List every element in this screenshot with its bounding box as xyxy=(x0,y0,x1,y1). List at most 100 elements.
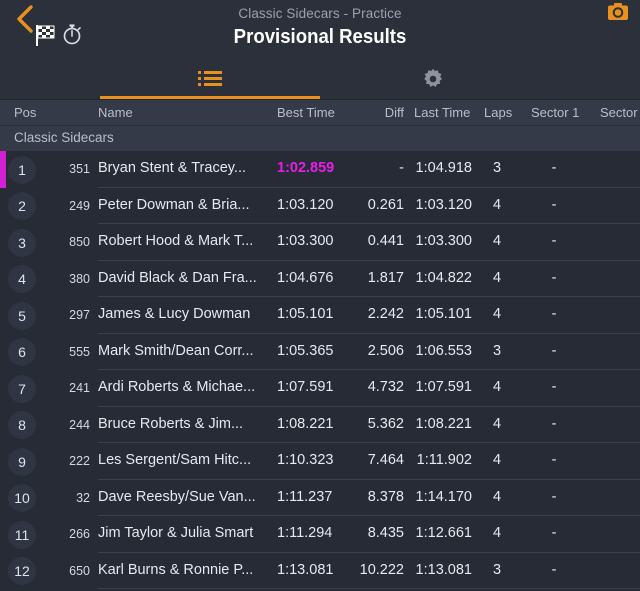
car-number: 244 xyxy=(69,417,90,432)
position-badge: 5 xyxy=(8,301,36,330)
laps-count: 4 xyxy=(492,233,502,249)
car-number: 650 xyxy=(69,563,90,578)
title-block: Classic Sidecars - Practice Provisional … xyxy=(0,5,640,50)
column-header-sector-2[interactable]: Sector xyxy=(600,105,638,120)
sector-1-time: - xyxy=(551,561,557,578)
sector-1-time: - xyxy=(551,233,557,249)
position-badge: 7 xyxy=(8,374,36,403)
laps-count: 4 xyxy=(492,379,502,395)
position-badge: 8 xyxy=(8,411,36,439)
column-header-last-time[interactable]: Last Time xyxy=(414,105,470,120)
table-row[interactable]: 7 241 Ardi Roberts & Michae... 1:07.591 4.73… xyxy=(0,370,640,407)
gear-icon xyxy=(423,68,442,87)
best-time: 1:04.676 xyxy=(277,269,334,286)
table-row[interactable]: 11 266 Jim Taylor & Julia Smart 1:11.294 8.4… xyxy=(0,516,640,553)
position-badge: 2 xyxy=(8,192,36,220)
list-icon xyxy=(198,70,222,86)
driver-name: Ardi Roberts & Michae... xyxy=(98,379,256,395)
diff-time: 2.242 xyxy=(367,306,404,322)
driver-name: Bryan Stent & Tracey... xyxy=(98,160,247,176)
best-time: 1:11.294 xyxy=(277,525,333,541)
diff-time: - xyxy=(399,160,404,176)
column-header-best-time[interactable]: Best Time xyxy=(277,105,335,120)
table-row[interactable]: 5 297 James & Lucy Dowman 1:05.101 2.242 1:05… xyxy=(0,297,640,334)
driver-name: Mark Smith/Dean Corr... xyxy=(98,342,254,359)
table-row[interactable]: 3 850 Robert Hood & Mark T... 1:03.300 0.441… xyxy=(0,224,640,261)
table-row[interactable]: 6 555 Mark Smith/Dean Corr... 1:05.365 2.506… xyxy=(0,333,640,370)
car-number: 266 xyxy=(69,527,90,541)
sector-1-time: - xyxy=(551,342,557,359)
driver-name: Karl Burns & Ronnie P... xyxy=(98,561,254,578)
best-time: 1:03.120 xyxy=(277,196,334,213)
tab-bar xyxy=(0,57,640,100)
position-badge: 4 xyxy=(8,265,36,293)
best-time: 1:03.300 xyxy=(277,233,334,249)
sector-1-time: - xyxy=(551,488,557,505)
laps-count: 4 xyxy=(492,452,502,468)
last-time: 1:03.120 xyxy=(415,196,472,213)
laps-count: 4 xyxy=(492,196,502,213)
last-time: 1:04.918 xyxy=(415,160,472,176)
table-row[interactable]: 12 650 Karl Burns & Ronnie P... 1:13.081 10.… xyxy=(0,552,640,589)
laps-count: 4 xyxy=(492,306,502,322)
last-time: 1:03.300 xyxy=(415,233,472,249)
column-header-pos[interactable]: Pos xyxy=(14,105,36,120)
laps-count: 4 xyxy=(492,415,502,432)
camera-icon xyxy=(608,3,628,20)
row-separator xyxy=(98,588,640,589)
laps-count: 3 xyxy=(492,160,502,176)
tab-settings[interactable] xyxy=(360,57,505,100)
diff-time: 4.732 xyxy=(367,379,404,395)
sector-1-time: - xyxy=(551,415,557,432)
results-table-body[interactable]: 1 351 Bryan Stent & Tracey... 1:02.859-1:04… xyxy=(0,151,640,591)
active-tab-indicator xyxy=(100,96,320,99)
sector-1-time: - xyxy=(551,525,557,541)
table-row[interactable]: 8 244 Bruce Roberts & Jim... 1:08.221 5.362 1… xyxy=(0,406,640,443)
sector-1-time: - xyxy=(551,379,557,395)
car-number: 555 xyxy=(69,344,90,359)
column-header-diff[interactable]: Diff xyxy=(380,105,404,120)
driver-name: Robert Hood & Mark T... xyxy=(98,233,254,249)
sector-1-time: - xyxy=(551,306,557,322)
column-header-laps[interactable]: Laps xyxy=(484,105,512,120)
sector-1-time: - xyxy=(551,269,557,286)
group-header-classic-sidecars: Classic Sidecars xyxy=(0,126,640,151)
car-number: 32 xyxy=(76,490,90,505)
last-time: 1:08.221 xyxy=(415,415,472,432)
position-badge: 10 xyxy=(8,484,36,512)
driver-name: Peter Dowman & Bria... xyxy=(98,196,250,213)
tab-results-list[interactable] xyxy=(100,57,320,100)
group-header-label: Classic Sidecars xyxy=(14,130,114,145)
column-header-name[interactable]: Name xyxy=(98,105,133,120)
table-row[interactable]: 2 249 Peter Dowman & Bria... 1:03.120 0.261 1… xyxy=(0,187,640,224)
best-time: 1:02.859 xyxy=(277,160,335,176)
driver-name: Jim Taylor & Julia Smart xyxy=(98,525,254,541)
diff-time: 5.362 xyxy=(367,415,404,432)
best-time: 1:10.323 xyxy=(277,452,334,468)
table-row[interactable]: 10 32 Dave Reesby/Sue Van... 1:11.237 8.378 1… xyxy=(0,479,640,516)
car-number: 297 xyxy=(69,308,90,322)
driver-name: David Black & Dan Fra... xyxy=(98,269,257,286)
fastest-lap-indicator xyxy=(0,151,6,188)
column-header-sector-1[interactable]: Sector 1 xyxy=(531,105,579,120)
last-time: 1:12.661 xyxy=(415,525,472,541)
laps-count: 4 xyxy=(492,269,502,286)
diff-time: 2.506 xyxy=(367,342,404,359)
last-time: 1:06.553 xyxy=(415,342,472,359)
table-row[interactable]: 1 351 Bryan Stent & Tracey... 1:02.859-1:04… xyxy=(0,151,640,188)
position-badge: 1 xyxy=(8,155,36,184)
position-badge: 6 xyxy=(8,338,36,366)
camera-button[interactable] xyxy=(608,3,628,20)
diff-time: 8.378 xyxy=(367,488,404,505)
diff-time: 7.464 xyxy=(367,452,404,468)
sector-1-time: - xyxy=(551,160,557,176)
last-time: 1:05.101 xyxy=(415,306,472,322)
last-time: 1:07.591 xyxy=(415,379,472,395)
table-row[interactable]: 4 380 David Black & Dan Fra... 1:04.676 1.81… xyxy=(0,260,640,297)
best-time: 1:05.365 xyxy=(277,342,334,359)
event-subtitle: Classic Sidecars - Practice xyxy=(238,6,402,21)
position-badge: 11 xyxy=(8,520,36,549)
diff-time: 0.261 xyxy=(367,196,404,213)
last-time: 1:04.822 xyxy=(415,269,472,286)
table-row[interactable]: 9 222 Les Sergent/Sam Hitc... 1:10.323 7.464… xyxy=(0,443,640,480)
